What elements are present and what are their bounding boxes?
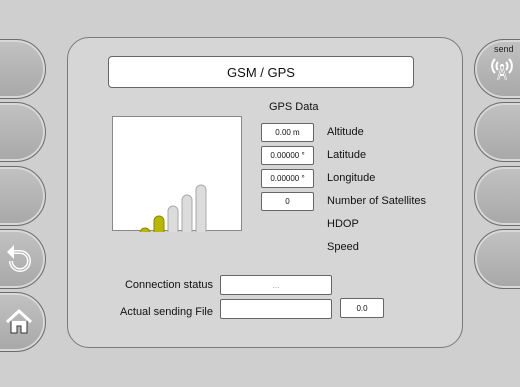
sending-file-field [220,299,332,319]
signal-strength-indicator [112,116,242,232]
satellites-field: 0 [261,192,314,211]
latitude-field: 0.00000 ° [261,146,314,165]
signal-bar-inactive [167,205,179,232]
page-title: GSM / GPS [108,56,414,88]
sending-file-label: Actual sending File [120,306,213,318]
back-arrow-icon [5,240,33,281]
altitude-field: 0.00 m [261,123,314,142]
back-button[interactable] [0,229,46,289]
signal-bars [139,184,207,232]
signal-bar-active [139,227,151,232]
left-button-3[interactable] [0,166,46,226]
left-button-2[interactable] [0,102,46,162]
signal-bar-inactive [195,184,207,232]
connection-status-field: ... [220,275,332,295]
signal-bar-active [153,215,165,232]
left-button-1[interactable] [0,39,46,99]
right-button-4[interactable] [474,229,520,289]
home-button[interactable] [0,292,46,352]
hdop-label: HDOP [327,218,359,230]
connection-status-label: Connection status [124,279,213,291]
send-label: send [494,44,514,54]
altitude-label: Altitude [327,126,364,138]
gps-data-heading: GPS Data [269,101,319,113]
longitude-label: Longitude [327,172,376,184]
home-icon [5,309,33,340]
antenna-icon [491,55,513,86]
main-panel: GSM / GPS GPS Data 0.00 m Altitude 0.000… [67,37,463,348]
latitude-label: Latitude [327,149,367,161]
send-button[interactable]: send [474,39,520,99]
right-button-3[interactable] [474,166,520,226]
sending-progress-field: 0.0 [340,298,384,318]
longitude-field: 0.00000 ° [261,169,314,188]
signal-bar-inactive [181,194,193,232]
speed-label: Speed [327,241,359,253]
right-button-2[interactable] [474,102,520,162]
satellites-label: Number of Satellites [327,195,427,207]
